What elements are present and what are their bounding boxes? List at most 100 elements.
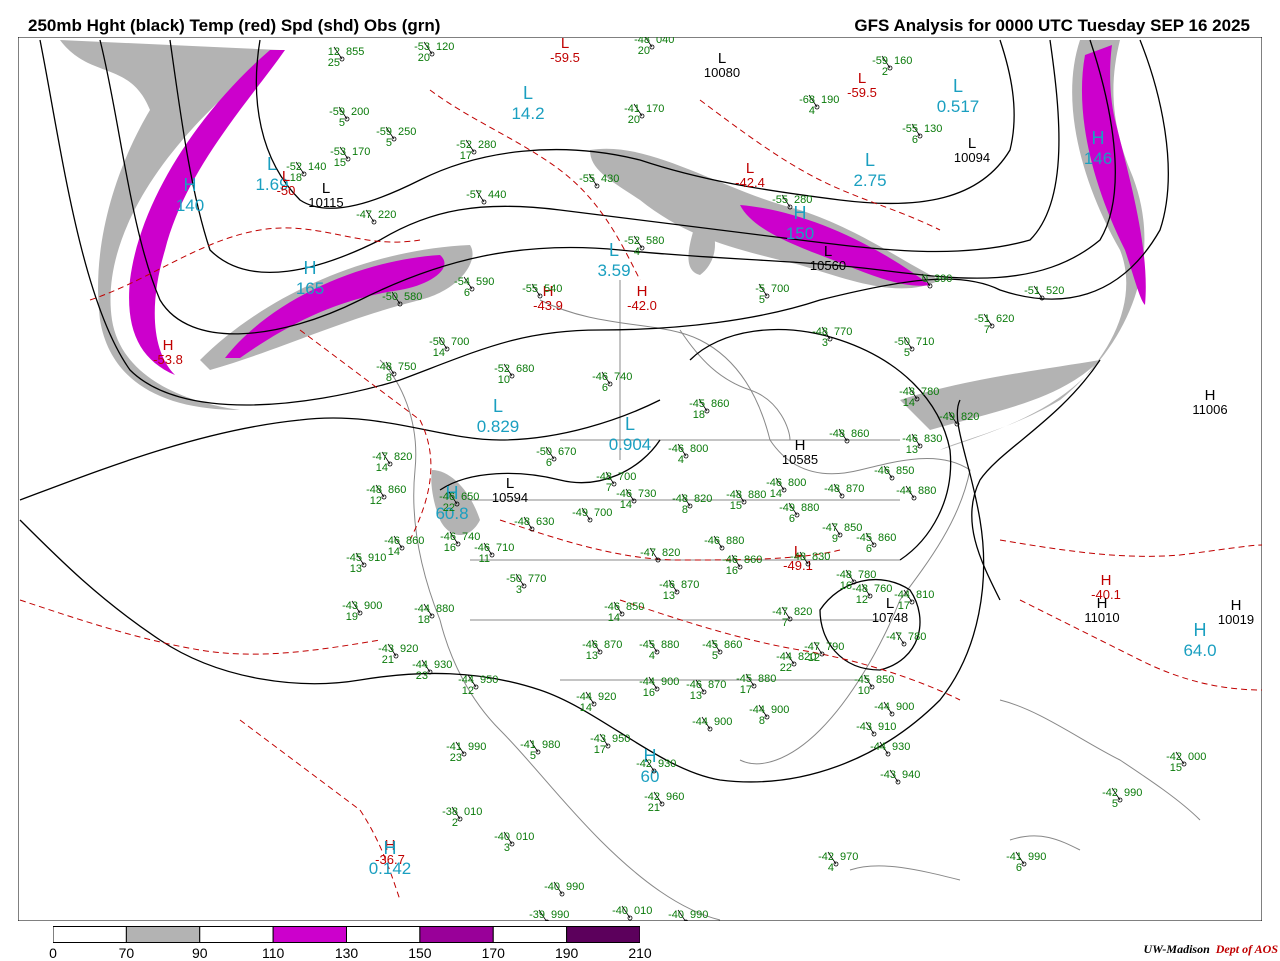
obs-height: 580	[404, 291, 422, 303]
obs-dewpoint: 13	[586, 650, 598, 662]
obs-height: 170	[646, 103, 664, 115]
obs-height: 790	[826, 641, 844, 653]
legend-swatch	[419, 926, 494, 943]
center-value: 146	[1084, 149, 1112, 168]
obs-height: 850	[896, 465, 914, 477]
obs-dewpoint: 12	[856, 594, 868, 606]
legend-label: 130	[334, 945, 359, 961]
obs-height: 860	[711, 398, 729, 410]
obs-height: 170	[352, 146, 370, 158]
center-value: 0.142	[369, 859, 412, 878]
obs-height: 920	[400, 643, 418, 655]
obs-height: 820	[394, 451, 412, 463]
center-value: 10115	[308, 195, 343, 210]
legend-label: 190	[554, 945, 579, 961]
obs-height: 010	[464, 806, 482, 818]
center-value: 10080	[704, 65, 740, 80]
obs-temp: -43	[856, 721, 872, 733]
obs-dewpoint: 14	[770, 488, 782, 500]
center-value: 0.829	[477, 417, 520, 436]
obs-temp: -57	[466, 189, 482, 201]
obs-dewpoint: 16	[444, 542, 456, 554]
obs-dewpoint: 14	[903, 397, 915, 409]
obs-dewpoint: 11	[479, 553, 490, 565]
obs-height: 990	[1028, 851, 1046, 863]
obs-height: 880	[726, 535, 744, 547]
obs-dewpoint: 14	[620, 499, 632, 511]
center-value: 165	[296, 279, 324, 298]
obs-temp: -48	[829, 428, 845, 440]
obs-temp: -47	[886, 631, 902, 643]
center-value: 64.0	[1183, 641, 1216, 660]
obs-dewpoint: 17	[898, 600, 910, 612]
center-value: 10094	[954, 150, 990, 165]
obs-height: 880	[748, 489, 766, 501]
obs-height: 930	[658, 758, 676, 770]
credit-dept: Dept of AOS	[1215, 942, 1278, 956]
center-value: 11010	[1084, 610, 1119, 625]
center-value: 150	[786, 224, 814, 243]
center-value: 10585	[782, 452, 818, 467]
obs-height: 830	[812, 551, 830, 563]
obs-height: 280	[478, 139, 496, 151]
obs-dewpoint: 5	[759, 294, 765, 306]
obs-height: 280	[794, 194, 812, 206]
legend-label: 0	[49, 945, 57, 961]
obs-dewpoint: 6	[546, 457, 552, 469]
legend-swatch	[566, 926, 640, 943]
legend-swatch	[53, 926, 127, 943]
obs-height: 800	[690, 443, 708, 455]
obs-temp: -48	[790, 551, 806, 563]
obs-dewpoint: 6	[464, 287, 470, 299]
obs-dewpoint: 8	[386, 372, 392, 384]
chart-title: 250mb Hght (black) Temp (red) Spd (shd) …	[28, 16, 441, 35]
obs-height: 900	[771, 704, 789, 716]
center-value: 10019	[1218, 612, 1254, 627]
obs-height: 870	[681, 579, 699, 591]
credit-org: UW-Madison	[1143, 942, 1210, 956]
obs-height: 680	[516, 363, 534, 375]
obs-height: 880	[436, 603, 454, 615]
obs-dewpoint: 6	[602, 382, 608, 394]
center-letter: H	[304, 258, 317, 278]
obs-dewpoint: 25	[328, 57, 340, 69]
legend-swatch	[346, 926, 421, 943]
obs-temp: -55	[772, 194, 788, 206]
obs-height: 710	[496, 542, 514, 554]
center-letter: H	[1092, 128, 1105, 148]
obs-height: 950	[480, 674, 498, 686]
center-letter: L	[523, 83, 533, 103]
obs-height: 390	[934, 273, 952, 285]
obs-height: 990	[1124, 787, 1142, 799]
obs-dewpoint: 16	[643, 687, 655, 699]
obs-height: 900	[896, 701, 914, 713]
obs-height: 910	[368, 552, 386, 564]
legend-label: 90	[191, 945, 208, 961]
obs-dewpoint: 14	[388, 546, 400, 558]
legend-label: 70	[118, 945, 135, 961]
obs-height: 430	[601, 173, 619, 185]
obs-dewpoint: 16	[840, 580, 852, 592]
obs-temp: -46	[704, 535, 720, 547]
obs-height: 880	[661, 639, 679, 651]
center-letter: H	[184, 175, 197, 195]
legend-swatch	[492, 926, 568, 943]
obs-height: 700	[594, 507, 612, 519]
obs-height: 730	[638, 488, 656, 500]
center-value: -42.0	[627, 298, 657, 313]
obs-dewpoint: 13	[906, 444, 918, 456]
obs-height: 120	[436, 41, 454, 53]
obs-height: 590	[476, 276, 494, 288]
center-value: 0.517	[937, 97, 980, 116]
obs-dewpoint: 22	[780, 662, 792, 674]
obs-height: 990	[566, 881, 584, 893]
obs-dewpoint: 12	[462, 685, 474, 697]
obs-dewpoint: 18	[290, 172, 302, 184]
obs-dewpoint: 3	[504, 842, 510, 854]
obs-height: 990	[551, 909, 569, 921]
obs-dewpoint: 13	[350, 563, 362, 575]
obs-height: 540	[544, 283, 562, 295]
obs-height: 620	[996, 313, 1014, 325]
obs-height: 780	[858, 569, 876, 581]
obs-height: 750	[398, 361, 416, 373]
